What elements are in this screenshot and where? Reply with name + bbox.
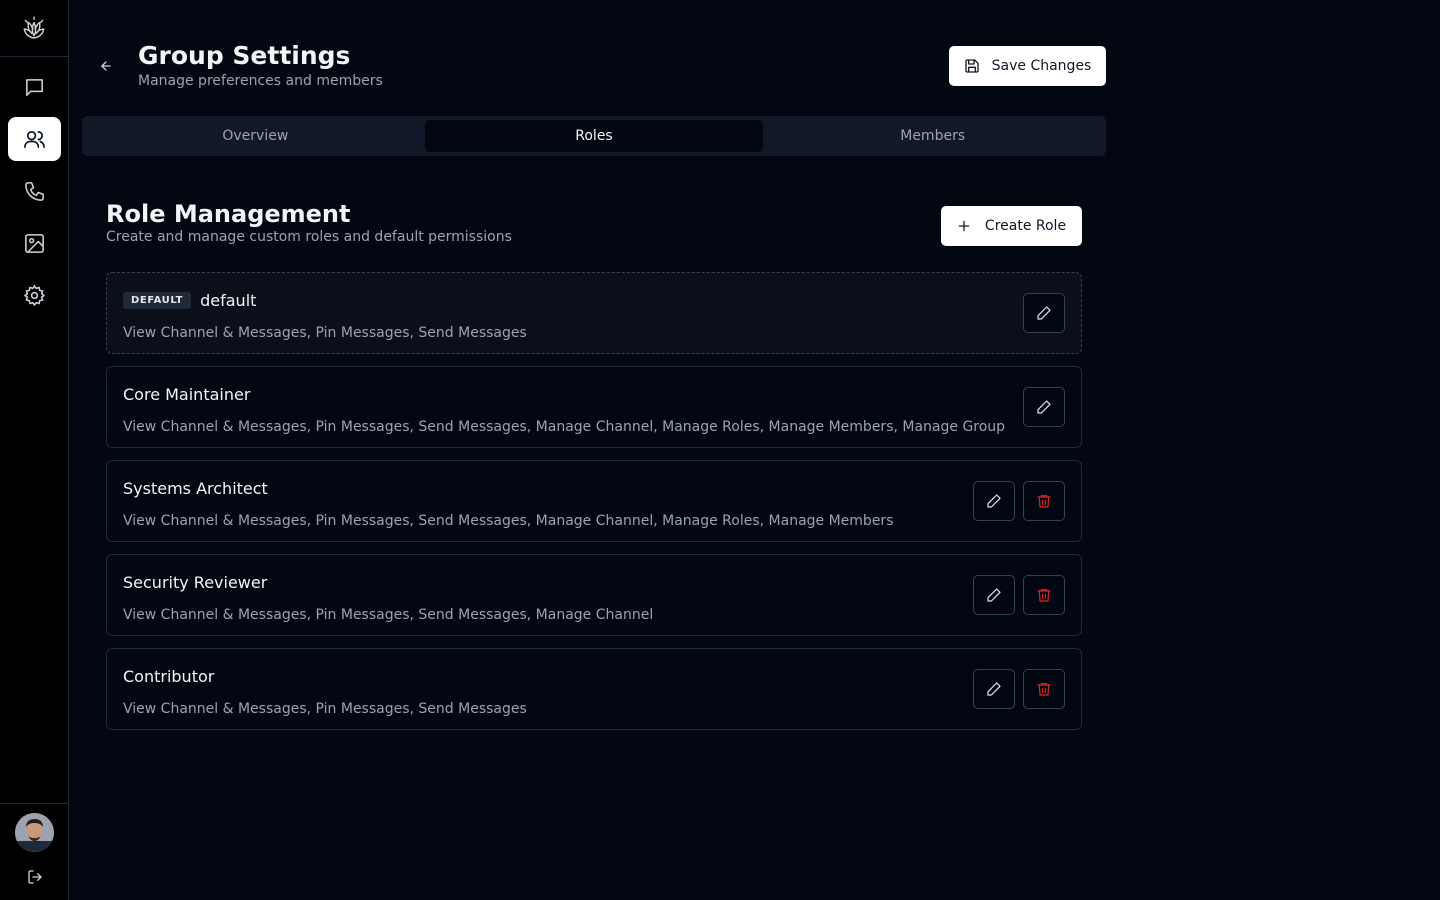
- edit-role-button[interactable]: [973, 575, 1015, 615]
- delete-role-button[interactable]: [1023, 669, 1065, 709]
- save-changes-button[interactable]: Save Changes: [949, 46, 1106, 86]
- default-badge: DEFAULT: [123, 292, 192, 309]
- sidebar-footer: [0, 803, 68, 900]
- sidebar-item-groups[interactable]: [8, 117, 61, 161]
- role-permissions: View Channel & Messages, Pin Messages, S…: [123, 419, 1006, 435]
- pencil-icon: [987, 682, 1001, 696]
- trash-icon: [1037, 683, 1051, 696]
- role-name: Contributor: [123, 667, 215, 686]
- sidebar-item-messages[interactable]: [8, 65, 61, 109]
- role-permissions: View Channel & Messages, Pin Messages, S…: [123, 607, 654, 623]
- tab-bar: Overview Roles Members: [82, 116, 1106, 156]
- arrow-left-icon: [101, 61, 111, 71]
- page-subtitle: Manage preferences and members: [138, 73, 383, 89]
- plus-icon: [958, 220, 970, 232]
- gear-icon: [24, 284, 45, 306]
- role-permissions: View Channel & Messages, Pin Messages, S…: [123, 513, 894, 529]
- role-name: Core Maintainer: [123, 385, 251, 404]
- logout-icon: [28, 870, 42, 884]
- sidebar: [0, 0, 69, 900]
- role-card: DEFAULT default View Channel & Messages,…: [106, 272, 1082, 354]
- phone-icon: [25, 181, 44, 201]
- save-changes-label: Save Changes: [991, 58, 1092, 74]
- avatar[interactable]: [15, 813, 54, 852]
- role-name: Security Reviewer: [123, 573, 268, 592]
- pencil-icon: [987, 494, 1001, 508]
- page-title: Group Settings: [138, 41, 351, 70]
- edit-role-button[interactable]: [1023, 293, 1065, 333]
- role-card: Core Maintainer View Channel & Messages,…: [106, 366, 1082, 448]
- tab-overview[interactable]: Overview: [86, 120, 425, 152]
- delete-role-button[interactable]: [1023, 481, 1065, 521]
- edit-role-button[interactable]: [973, 481, 1015, 521]
- logout-button[interactable]: [24, 866, 46, 888]
- pencil-icon: [1037, 306, 1051, 320]
- trash-icon: [1037, 495, 1051, 508]
- trash-icon: [1037, 589, 1051, 602]
- role-name: Systems Architect: [123, 479, 268, 498]
- image-icon: [25, 233, 44, 253]
- section-title: Role Management: [106, 200, 351, 228]
- create-role-label: Create Role: [984, 218, 1067, 234]
- edit-role-button[interactable]: [973, 669, 1015, 709]
- pencil-icon: [987, 588, 1001, 602]
- chat-icon: [26, 78, 43, 96]
- role-card: Contributor View Channel & Messages, Pin…: [106, 648, 1082, 730]
- role-card: Systems Architect View Channel & Message…: [106, 460, 1082, 542]
- tab-roles[interactable]: Roles: [424, 120, 764, 152]
- lotus-logo-icon[interactable]: [0, 0, 68, 57]
- role-name: default: [200, 291, 257, 310]
- role-card: Security Reviewer View Channel & Message…: [106, 554, 1082, 636]
- sidebar-item-settings[interactable]: [8, 273, 61, 317]
- tab-members[interactable]: Members: [763, 120, 1102, 152]
- sidebar-item-calls[interactable]: [8, 169, 61, 213]
- back-button[interactable]: [94, 54, 118, 78]
- create-role-button[interactable]: Create Role: [941, 206, 1082, 246]
- delete-role-button[interactable]: [1023, 575, 1065, 615]
- role-permissions: View Channel & Messages, Pin Messages, S…: [123, 325, 527, 341]
- pencil-icon: [1037, 400, 1051, 414]
- role-permissions: View Channel & Messages, Pin Messages, S…: [123, 701, 527, 717]
- sidebar-item-media[interactable]: [8, 221, 61, 265]
- save-icon: [964, 59, 979, 73]
- users-icon: [24, 130, 45, 148]
- section-subtitle: Create and manage custom roles and defau…: [106, 229, 512, 245]
- edit-role-button[interactable]: [1023, 387, 1065, 427]
